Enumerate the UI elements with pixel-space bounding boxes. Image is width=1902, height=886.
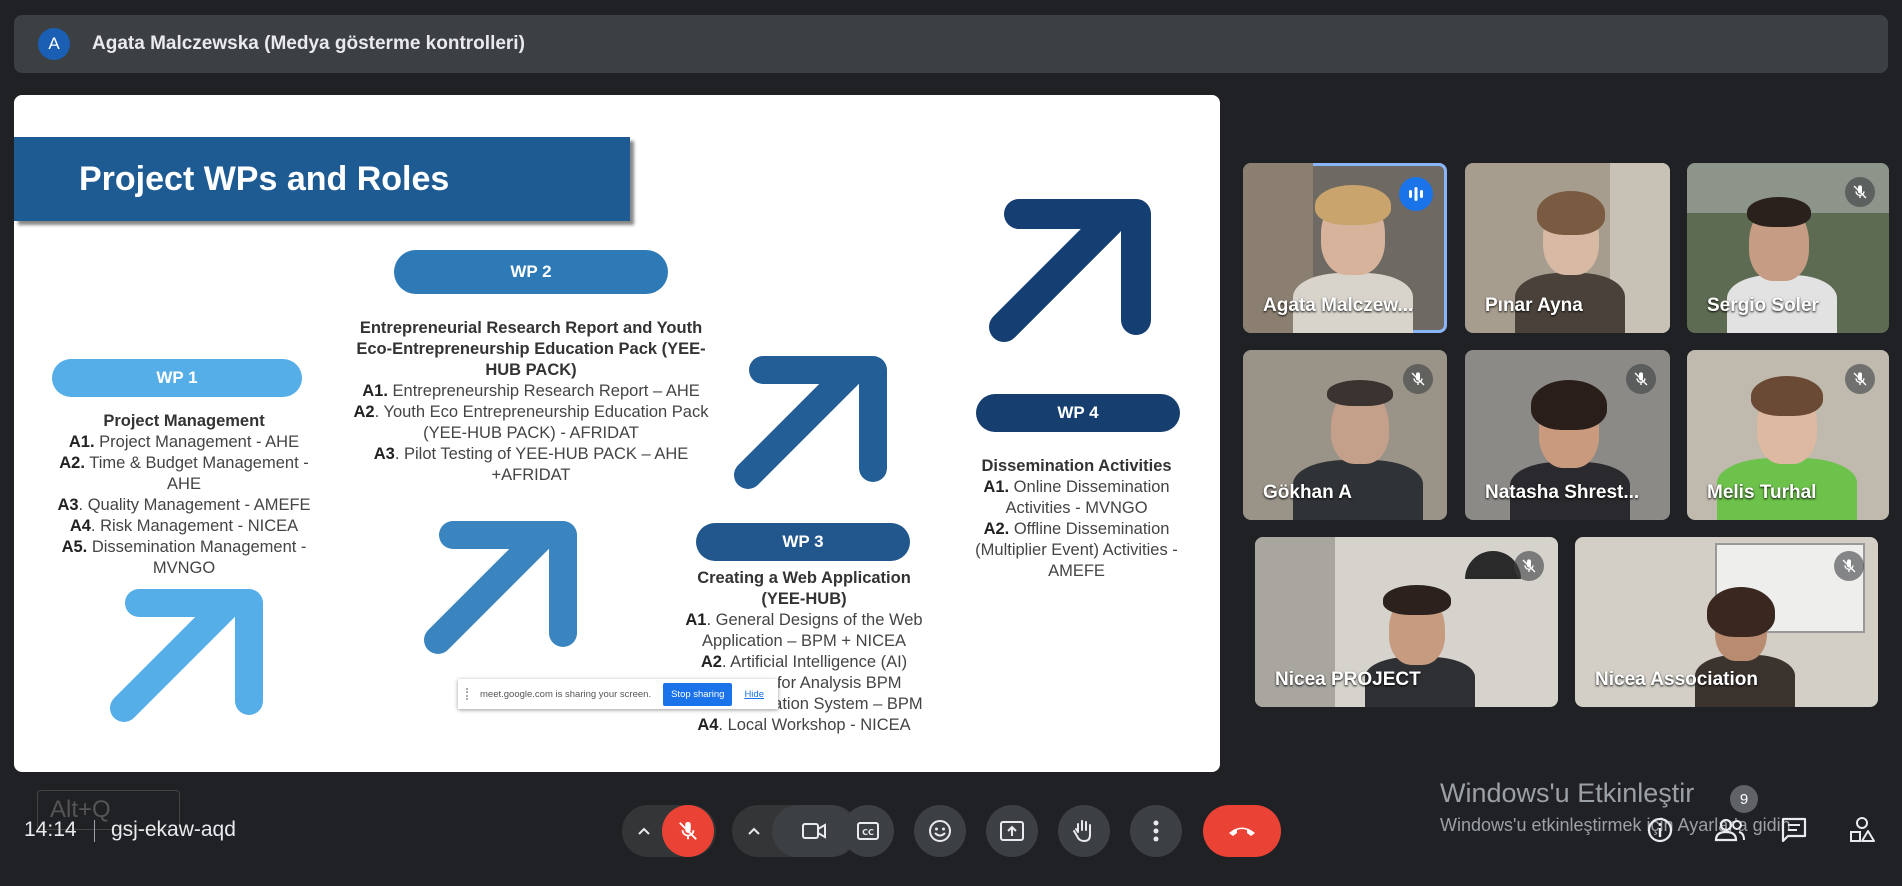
participant-tile[interactable]: Natasha Shrest... [1465,350,1670,520]
participant-tile[interactable]: Agata Malczew... [1243,163,1447,333]
wp1-item: A3. Quality Management - AMEFE [57,496,311,514]
wp1-item: A4. Risk Management - NICEA [69,517,299,535]
svg-text:CC: CC [862,828,874,837]
screen-sharing-popup: meet.google.com is sharing your screen. … [458,679,778,709]
captions-button[interactable]: CC [842,805,894,857]
info-icon [1647,817,1673,843]
participant-name: Sergio Soler [1707,295,1819,316]
present-screen-button[interactable] [986,805,1038,857]
people-icon [1714,818,1745,842]
divider [94,820,95,842]
mic-off-icon [679,821,697,840]
chevron-up-icon[interactable] [624,805,664,857]
wp1-item: A1. Project Management - AHE [68,433,300,451]
chat-button[interactable] [1772,808,1816,852]
participant-name: Natasha Shrest... [1485,482,1640,503]
wp3-arrow-icon [734,356,887,489]
wp2-item: A3. Pilot Testing of YEE-HUB PACK – AHE … [373,445,689,484]
participant-tile[interactable]: Nicea Association [1575,537,1878,707]
wp4-arrow-icon [989,199,1151,342]
wp3-description: Creating a Web Application (YEE-HUB) A1.… [674,568,934,736]
activities-icon [1850,817,1875,842]
wp3-label: WP 3 [696,523,910,561]
wp1-label: WP 1 [52,359,302,397]
participant-name: Gökhan A [1263,482,1353,503]
wp1-item: A2. Time & Budget Management - AHE [59,454,309,493]
hide-link[interactable]: Hide [744,689,764,700]
participant-tile[interactable]: Melis Turhal [1687,350,1889,520]
emoji-button[interactable] [914,805,966,857]
wp2-description: Entrepreneurial Research Report and Yout… [344,318,718,486]
shared-screen: Project WPs and Roles WP 1 WP 2 WP 3 WP … [14,95,1220,772]
stop-sharing-button[interactable]: Stop sharing [663,682,733,706]
presenter-label: Agata Malczewska (Medya gösterme kontrol… [92,33,525,54]
wp1-description: Project Management A1. Project Managemen… [44,411,324,579]
speaking-indicator-icon [1399,177,1433,211]
wp2-item: A1. Entrepreneurship Research Report – A… [362,382,700,400]
participant-name: Melis Turhal [1707,482,1817,503]
wp4-label: WP 4 [976,394,1180,432]
wp1-heading: Project Management [103,412,265,430]
chevron-up-icon[interactable] [734,805,774,857]
camera-icon [802,823,826,839]
mic-off-icon [1845,177,1875,207]
mic-off-icon [1626,364,1656,394]
mic-toggle-button[interactable] [662,805,714,857]
end-call-icon [1229,827,1255,836]
mic-off-icon [1403,364,1433,394]
wp2-item: A2. Youth Eco Entrepreneurship Education… [353,403,709,442]
drag-handle-icon[interactable] [466,688,472,700]
people-button[interactable] [1708,808,1752,852]
slide-title-banner: Project WPs and Roles [14,137,630,221]
wp1-arrow-icon [110,589,263,722]
participant-name: Agata Malczew... [1263,295,1414,316]
wp4-item: A2. Offline Dissemination (Multiplier Ev… [975,520,1178,580]
present-screen-icon [1000,821,1024,841]
mic-off-icon [1834,551,1864,581]
wp4-description: Dissemination Activities A1. Online Diss… [964,456,1189,582]
wp2-heading: Entrepreneurial Research Report and Yout… [356,319,706,379]
sharing-message: meet.google.com is sharing your screen. [480,688,652,700]
participant-name: Nicea PROJECT [1275,669,1421,690]
end-call-button[interactable] [1203,805,1281,857]
wp3-item: A1. General Designs of the Web Applicati… [685,611,923,650]
wp4-heading: Dissemination Activities [981,457,1172,475]
wp2-arrow-icon [424,521,577,654]
wp3-heading: Creating a Web Application (YEE-HUB) [697,569,911,608]
emoji-icon [929,820,951,842]
presenter-bar[interactable]: A Agata Malczewska (Medya gösterme kontr… [14,15,1888,73]
closed-captions-icon: CC [857,822,879,840]
wp3-item: A2. Artificial Intelligence (AI) [700,653,908,671]
participant-tile[interactable]: Sergio Soler [1687,163,1889,333]
participant-tile[interactable]: Nicea PROJECT [1255,537,1558,707]
participant-tile[interactable]: Pınar Ayna [1465,163,1670,333]
presenter-avatar: A [38,28,70,60]
wp2-label: WP 2 [394,250,668,294]
meeting-info-button[interactable] [1638,808,1682,852]
chat-icon [1781,817,1807,843]
more-options-button[interactable] [1130,805,1182,857]
participant-name: Nicea Association [1595,669,1758,690]
mic-off-icon [1514,551,1544,581]
mic-off-icon [1845,364,1875,394]
raise-hand-button[interactable] [1058,805,1110,857]
slide-title: Project WPs and Roles [79,159,450,198]
participant-tile[interactable]: Gökhan A [1243,350,1447,520]
more-options-icon [1153,820,1159,842]
clock: 14:14 [24,818,77,841]
participant-name: Pınar Ayna [1485,295,1583,316]
wp3-item: A4. Local Workshop - NICEA [697,716,911,734]
wp4-item: A1. Online Dissemination Activities - MV… [983,478,1170,517]
activities-button[interactable] [1840,808,1884,852]
raise-hand-icon [1073,820,1091,843]
wp1-item: A5. Dissemination Management - MVNGO [61,538,307,577]
meeting-code[interactable]: gsj-ekaw-aqd [111,818,236,842]
